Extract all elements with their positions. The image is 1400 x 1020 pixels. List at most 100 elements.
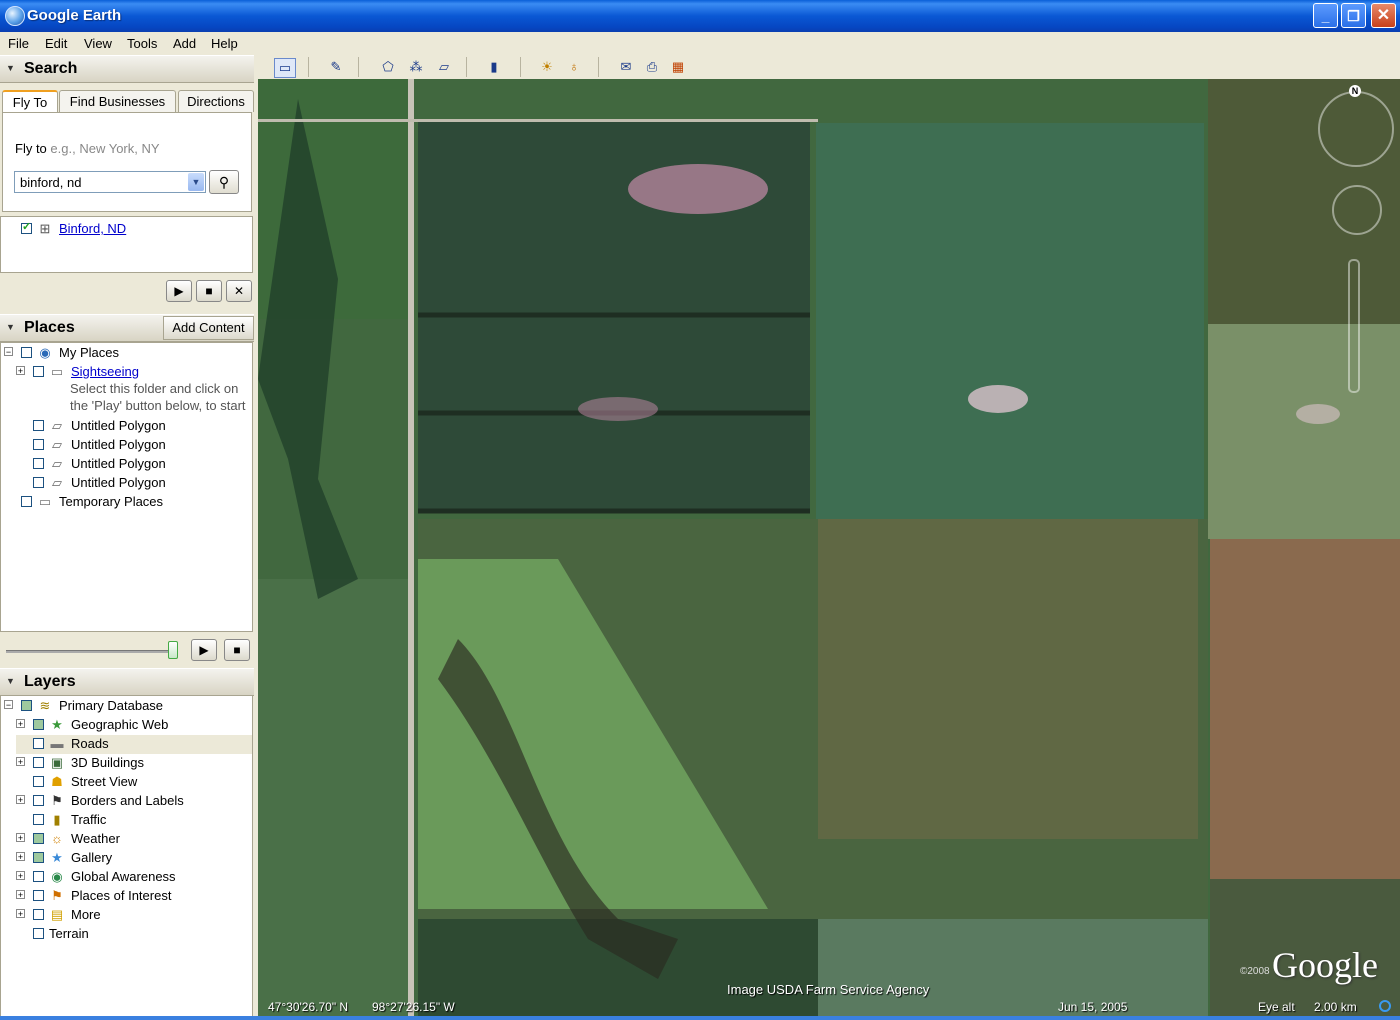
sun-icon[interactable]: ☀	[537, 58, 557, 76]
tree-item-my-places[interactable]: − ◉ My Places	[4, 344, 249, 363]
play-icon[interactable]: ▶	[166, 280, 192, 302]
email-icon[interactable]: ✉	[616, 58, 636, 76]
print-icon[interactable]: ⎙	[642, 58, 662, 76]
layer-checkbox[interactable]	[33, 776, 44, 787]
layer-more[interactable]: + ▤ More	[16, 906, 249, 925]
item-checkbox[interactable]	[33, 458, 44, 469]
add-content-button[interactable]: Add Content	[163, 316, 254, 340]
layer-borders-and-labels[interactable]: + ⚑ Borders and Labels	[16, 792, 249, 811]
expand-toggle[interactable]: +	[16, 833, 25, 843]
collapse-icon[interactable]: ▼	[6, 676, 15, 686]
tree-item-polygon[interactable]: ▱ Untitled Polygon	[16, 436, 249, 455]
tab-directions[interactable]: Directions	[178, 90, 254, 112]
expand-toggle[interactable]: +	[16, 719, 25, 729]
menu-add[interactable]: Add	[173, 36, 196, 51]
path-icon[interactable]: ⁂	[406, 58, 426, 76]
expand-toggle[interactable]: +	[16, 909, 25, 919]
sidebar-icon[interactable]: ▭	[274, 58, 296, 78]
layer-terrain[interactable]: Terrain	[16, 925, 249, 944]
places-panel-header[interactable]: ▼ Places Add Content	[0, 314, 254, 342]
layer-checkbox[interactable]	[33, 871, 44, 882]
compass-north-label[interactable]: N	[1349, 85, 1361, 97]
minimize-button[interactable]: _	[1313, 3, 1338, 28]
chevron-down-icon[interactable]: ▼	[188, 173, 204, 191]
tab-find-businesses[interactable]: Find Businesses	[59, 90, 176, 112]
layer-checkbox[interactable]	[33, 909, 44, 920]
layer-geographic-web[interactable]: + ★ Geographic Web	[16, 716, 249, 735]
expand-toggle[interactable]: +	[16, 366, 25, 376]
stop-icon[interactable]: ■	[224, 639, 250, 661]
layer-global-awareness[interactable]: + ◉ Global Awareness	[16, 868, 249, 887]
collapse-toggle[interactable]: −	[4, 700, 13, 710]
zoom-slider[interactable]	[1348, 259, 1360, 393]
menu-view[interactable]: View	[84, 36, 112, 51]
layer-street-view[interactable]: ☗ Street View	[16, 773, 249, 792]
layer-checkbox[interactable]	[33, 814, 44, 825]
search-query[interactable]: binford, nd	[20, 175, 81, 190]
item-checkbox[interactable]	[21, 347, 32, 358]
compass-ring[interactable]	[1318, 91, 1394, 167]
layer-places-of-interest[interactable]: + ⚑ Places of Interest	[16, 887, 249, 906]
layer-traffic[interactable]: ▮ Traffic	[16, 811, 249, 830]
layer-gallery[interactable]: + ★ Gallery	[16, 849, 249, 868]
close-button[interactable]: ✕	[1371, 3, 1396, 28]
item-checkbox[interactable]	[21, 496, 32, 507]
maps-icon[interactable]: ▦	[668, 58, 688, 76]
tree-item-temporary-places[interactable]: ▭ Temporary Places	[4, 493, 249, 512]
item-checkbox[interactable]	[33, 420, 44, 431]
tree-item-polygon[interactable]: ▱ Untitled Polygon	[16, 417, 249, 436]
collapse-icon[interactable]: ▼	[6, 322, 15, 332]
placemark-icon[interactable]: ✎	[326, 58, 346, 76]
layer-checkbox[interactable]	[33, 738, 44, 749]
layer-checkbox[interactable]	[21, 700, 32, 711]
menu-edit[interactable]: Edit	[45, 36, 67, 51]
layer-checkbox[interactable]	[33, 890, 44, 901]
polygon-icon[interactable]: ⬠	[378, 58, 398, 76]
layer-checkbox[interactable]	[33, 852, 44, 863]
overlay-icon[interactable]: ▱	[434, 58, 454, 76]
expand-toggle[interactable]: +	[16, 871, 25, 881]
layer-primary-database[interactable]: − ≋ Primary Database	[4, 697, 249, 716]
map-view[interactable]: N Google ©2008	[258, 79, 1400, 1016]
ruler-icon[interactable]: ▮	[484, 58, 504, 76]
layer-roads[interactable]: ▬ Roads	[16, 735, 252, 754]
expand-toggle[interactable]: +	[16, 852, 25, 862]
list-item[interactable]: ⊞ Binford, ND	[9, 220, 249, 239]
look-joystick[interactable]	[1332, 185, 1382, 235]
maximize-button[interactable]: ❐	[1341, 3, 1366, 28]
search-panel-header[interactable]: ▼ Search	[0, 55, 254, 83]
expand-toggle[interactable]: +	[16, 890, 25, 900]
tree-item-polygon[interactable]: ▱ Untitled Polygon	[16, 455, 249, 474]
layer-checkbox[interactable]	[33, 757, 44, 768]
layer-checkbox[interactable]	[33, 719, 44, 730]
menu-tools[interactable]: Tools	[127, 36, 157, 51]
menu-help[interactable]: Help	[211, 36, 238, 51]
expand-toggle[interactable]: +	[16, 795, 25, 805]
expand-toggle[interactable]: +	[16, 757, 25, 767]
layer-checkbox[interactable]	[33, 833, 44, 844]
search-button[interactable]: ⚲	[209, 170, 239, 194]
layer-weather[interactable]: + ☼ Weather	[16, 830, 249, 849]
clear-icon[interactable]: ✕	[226, 280, 252, 302]
item-checkbox[interactable]	[33, 366, 44, 377]
item-checkbox[interactable]	[33, 439, 44, 450]
planet-icon[interactable]: ♁	[564, 58, 584, 76]
stop-icon[interactable]: ■	[196, 280, 222, 302]
collapse-icon[interactable]: ▼	[6, 63, 15, 73]
status-bar: 47°30'26.70" N 98°27'26.15" W Jun 15, 20…	[258, 1000, 1400, 1016]
result-checkbox[interactable]	[21, 220, 32, 234]
item-checkbox[interactable]	[33, 477, 44, 488]
layer-checkbox[interactable]	[33, 795, 44, 806]
tab-fly-to[interactable]: Fly To	[2, 90, 58, 113]
play-icon[interactable]: ▶	[191, 639, 217, 661]
layers-panel-header[interactable]: ▼ Layers	[0, 668, 254, 696]
layer-checkbox[interactable]	[33, 928, 44, 939]
tree-item-polygon[interactable]: ▱ Untitled Polygon	[16, 474, 249, 493]
field-patch	[628, 164, 768, 214]
fly-to-pane: Fly to e.g., New York, NY binford, nd ▼ …	[2, 112, 252, 212]
layer-3d-buildings[interactable]: + ▣ 3D Buildings	[16, 754, 249, 773]
menu-file[interactable]: File	[8, 36, 29, 51]
result-link[interactable]: Binford, ND	[59, 221, 126, 236]
collapse-toggle[interactable]: −	[4, 347, 13, 357]
search-input[interactable]: binford, nd ▼	[14, 171, 206, 193]
